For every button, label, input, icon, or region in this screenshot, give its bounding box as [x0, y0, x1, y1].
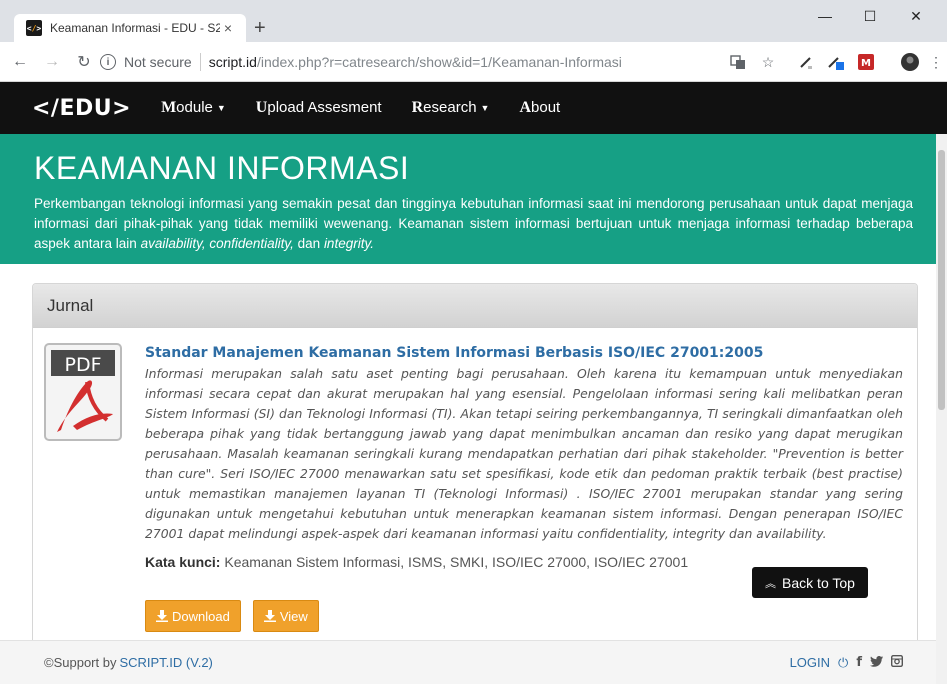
caret-down-icon: ▼ [480, 103, 490, 114]
download-button[interactable]: Download [145, 600, 241, 632]
back-to-top-button[interactable]: ︽ Back to Top [752, 567, 868, 598]
browser-tabstrip: < / > Keamanan Informasi - EDU - S2 × + — … [0, 0, 947, 42]
window-maximize-button[interactable]: ☐ [850, 6, 890, 26]
double-chevron-up-icon: ︽ [765, 577, 777, 590]
keywords-label: Kata kunci: [145, 554, 221, 570]
facebook-icon[interactable]: f [856, 655, 862, 670]
view-label: View [279, 608, 308, 624]
download-label: Download [172, 608, 230, 624]
browser-tab-active[interactable]: < / > Keamanan Informasi - EDU - S2 × [14, 14, 246, 42]
nav-upload-initial: U [255, 99, 268, 116]
window-close-button[interactable]: ✕ [896, 6, 936, 26]
tab-title: Keamanan Informasi - EDU - S2 [50, 21, 220, 35]
hero-description: Perkembangan teknologi informasi yang se… [34, 194, 913, 254]
address-bar[interactable]: i Not secure script.id /index.php?r=catr… [100, 48, 790, 76]
nav-research-label: esearch [423, 99, 477, 116]
address-separator [199, 53, 201, 71]
hero-desc-terms: availability, confidentiality, [140, 236, 294, 251]
logo-text: EDU> [59, 95, 132, 121]
article-abstract: Informasi merupakan salah satu aset pent… [145, 366, 903, 541]
site-favicon-icon: < / > [26, 20, 42, 36]
security-label: Not secure [124, 54, 192, 70]
nav-research-initial: R [411, 99, 424, 116]
nav-module-initial: M [161, 99, 177, 116]
translate-icon[interactable] [728, 52, 748, 72]
window-minimize-button[interactable]: — [805, 6, 845, 26]
profile-avatar-icon[interactable] [900, 52, 920, 72]
download-icon [156, 610, 168, 622]
hero-desc-last: integrity. [323, 236, 374, 251]
nav-module-label: odule [176, 99, 213, 116]
login-link[interactable]: LOGIN [790, 655, 830, 670]
url-path: /index.php?r=catresearch/show&id=1/Keama… [256, 54, 622, 70]
nav-about-label: bout [531, 99, 561, 116]
svg-text:M: M [861, 58, 871, 69]
url-host: script.id [208, 54, 257, 70]
footer-support-link[interactable]: SCRIPT.ID (V.2) [119, 655, 212, 670]
download-icon [263, 610, 276, 622]
pdf-label: PDF [64, 354, 101, 376]
footer-support-prefix: ©Support by [44, 655, 117, 670]
panel-heading: Jurnal [33, 284, 917, 328]
nav-about[interactable]: About [519, 99, 560, 117]
tab-close-icon[interactable]: × [220, 20, 236, 36]
power-icon[interactable]: ⏻ [838, 655, 848, 671]
site-logo[interactable]: </EDU> [32, 96, 131, 121]
hero-banner: KEAMANAN INFORMASI Perkembangan teknolog… [0, 134, 947, 264]
footer-right: LOGIN ⏻ f [790, 654, 904, 671]
logo-left: </ [32, 95, 60, 121]
hero-desc-and: dan [293, 236, 324, 251]
forward-arrow-icon[interactable]: → [40, 50, 64, 74]
site-footer: ©Support by SCRIPT.ID (V.2) LOGIN ⏻ f [0, 640, 947, 684]
keywords-value: Keamanan Sistem Informasi, ISMS, SMKI, I… [220, 554, 689, 570]
nav-module[interactable]: Module ▼ [161, 99, 226, 117]
nav-upload-assesment[interactable]: Upload Assesment [256, 99, 382, 117]
new-tab-button[interactable]: + [254, 18, 266, 38]
page-scrollbar-thumb[interactable] [938, 150, 945, 410]
pdf-file-icon[interactable]: PDF [43, 342, 123, 442]
browser-menu-icon[interactable]: ⋮ [926, 52, 946, 72]
bookmark-star-icon[interactable]: ☆ [758, 52, 778, 72]
instagram-icon[interactable] [890, 654, 904, 670]
back-arrow-icon[interactable]: ← [8, 50, 32, 74]
nav-about-initial: A [519, 99, 532, 116]
nav-research[interactable]: Research ▼ [412, 99, 490, 117]
info-icon[interactable]: i [100, 54, 116, 70]
caret-down-icon: ▼ [216, 103, 226, 114]
colorpick-extension-icon[interactable] [826, 52, 846, 72]
mega-extension-icon[interactable]: M [856, 52, 876, 72]
back-to-top-label: Back to Top [782, 574, 855, 591]
browser-toolbar: ← → ↻ i Not secure script.id /index.php?… [0, 42, 947, 82]
twitter-icon[interactable] [870, 655, 883, 670]
article-actions: Download View [145, 600, 903, 632]
site-navbar: </EDU> Module ▼ Upload Assesment Research… [0, 82, 947, 134]
reload-icon[interactable]: ↻ [72, 50, 96, 74]
nav-upload-label: pload Assesment [267, 99, 382, 116]
view-button[interactable]: View [252, 600, 319, 632]
page-title: KEAMANAN INFORMASI [34, 150, 410, 186]
article-title-link[interactable]: Standar Manajemen Keamanan Sistem Inform… [145, 344, 903, 362]
eyedropper-extension-icon[interactable] [796, 52, 816, 72]
